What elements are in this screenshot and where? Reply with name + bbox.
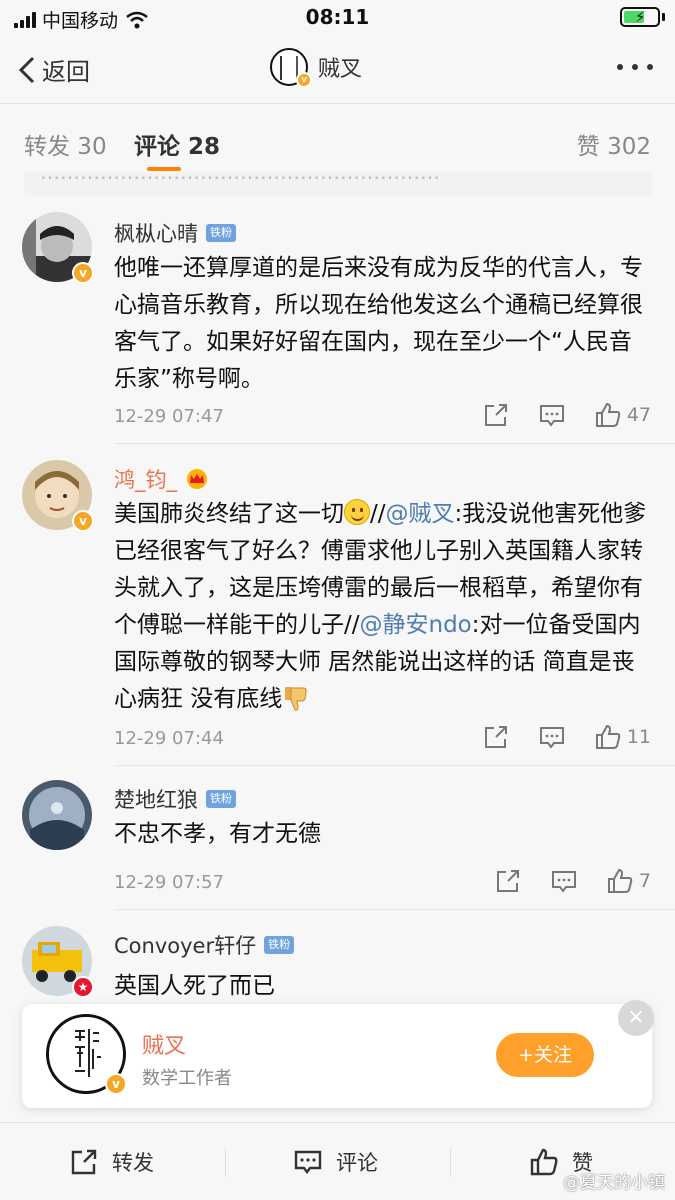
crown-icon	[187, 469, 207, 489]
comment-time: 12-29 07:47	[114, 406, 224, 427]
tab-bar: 转发 30 评论 28 赞 302	[0, 105, 675, 175]
tab-indicator	[147, 167, 181, 171]
comment-time: 12-29 07:57	[114, 872, 224, 893]
share-icon	[71, 1149, 97, 1175]
chevron-left-icon	[18, 56, 35, 83]
clock: 08:11	[305, 5, 370, 29]
back-label: 返回	[42, 58, 90, 86]
username-text: 枫枞心晴	[114, 222, 198, 246]
username[interactable]: 鸿_钧_	[114, 464, 209, 494]
share-icon[interactable]	[495, 868, 521, 894]
popup-name[interactable]: 贼叉	[142, 1028, 186, 1060]
like-icon	[530, 1148, 558, 1176]
back-button[interactable]: 返回	[16, 52, 90, 87]
battery-icon: ⚡	[620, 7, 665, 27]
avatar[interactable]: ★	[22, 926, 94, 998]
verified-icon: v	[105, 1073, 127, 1095]
comment-icon[interactable]	[551, 868, 577, 894]
verified-icon: ★	[72, 976, 94, 998]
smile-emoji-icon	[344, 499, 370, 525]
comment-time: 12-29 07:44	[114, 728, 224, 749]
follow-button[interactable]: +关注	[496, 1033, 594, 1077]
like-count: 7	[638, 870, 651, 892]
fan-badge: 铁粉	[264, 936, 295, 954]
fan-badge: 铁粉	[206, 224, 236, 242]
avatar[interactable]: v	[46, 1014, 127, 1095]
avatar[interactable]	[22, 780, 92, 850]
like-icon[interactable]	[595, 402, 621, 428]
truncated-notice: ……………………………………………………	[24, 172, 652, 196]
page-title: 贼叉	[318, 57, 363, 82]
like-icon[interactable]	[595, 724, 621, 750]
avatar[interactable]: v	[22, 212, 94, 284]
comment-text: 不忠不孝，有才无德	[114, 821, 321, 847]
verified-icon: v	[72, 262, 94, 284]
list-item: v 枫枞心晴 铁粉 他唯一还算厚道的是后来没有成为反华的代言人，专心搞音乐教育，…	[0, 196, 675, 444]
verified-icon: v	[72, 510, 94, 532]
repost-button[interactable]: 转发	[70, 1147, 154, 1177]
username-text: Convoyer轩仔	[114, 934, 257, 958]
repost-label: 转发	[112, 1151, 154, 1175]
share-icon[interactable]	[483, 402, 509, 428]
comment-text: 英国人死了而已	[114, 973, 275, 999]
status-bar: 中国移动 08:11 ⚡	[0, 0, 675, 34]
comment-icon[interactable]	[539, 724, 565, 750]
more-icon[interactable]	[617, 64, 653, 70]
like-count: 11	[626, 726, 651, 748]
username[interactable]: Convoyer轩仔 铁粉	[114, 930, 295, 960]
comment-text: 美国肺炎终结了这一切//@贼叉:我没说他害死他爹已经很客气了好么？傅雷求他儿子别…	[114, 499, 647, 712]
tab-repost[interactable]: 转发 30	[24, 127, 107, 161]
like-count: 47	[626, 404, 651, 426]
watermark: @夏天的小镇	[563, 1173, 665, 1193]
comment-icon[interactable]	[539, 402, 565, 428]
popup-subtitle: 数学工作者	[142, 1068, 232, 1089]
comment-text: 他唯一还算厚道的是后来没有成为反华的代言人，专心搞音乐教育，所以现在给他发这么个…	[114, 255, 643, 392]
nav-bar: 返回 v 贼叉	[0, 34, 675, 104]
comment-icon	[294, 1150, 322, 1174]
like-icon[interactable]	[607, 868, 633, 894]
username-text: 楚地红狼	[114, 788, 198, 812]
username[interactable]: 枫枞心晴 铁粉	[114, 218, 236, 248]
verified-icon: v	[296, 72, 312, 88]
avatar[interactable]: v	[270, 48, 312, 88]
avatar[interactable]: v	[22, 460, 94, 532]
mention-link[interactable]: @静安ndo	[360, 612, 472, 638]
username-text: 鸿_钧_	[114, 468, 177, 492]
list-item: 楚地红狼 铁粉 不忠不孝，有才无德 12-29 07:57 7	[0, 766, 675, 910]
comment-list: v 枫枞心晴 铁粉 他唯一还算厚道的是后来没有成为反华的代言人，专心搞音乐教育，…	[0, 196, 675, 1030]
list-item: v 鸿_钧_ 美国肺炎终结了这一切//@贼叉:我没说他害死他爹已经很客气了好么？…	[0, 444, 675, 766]
mention-link[interactable]: @贼叉	[386, 501, 455, 527]
comment-button[interactable]: 评论	[294, 1147, 378, 1177]
calligraphy-logo-icon	[75, 1029, 101, 1077]
thumbs-down-emoji-icon	[285, 687, 307, 711]
nav-profile[interactable]: v 贼叉	[270, 48, 363, 88]
close-icon[interactable]: ✕	[618, 1000, 654, 1036]
tab-likes[interactable]: 赞 302	[577, 127, 651, 161]
username[interactable]: 楚地红狼 铁粉	[114, 784, 236, 814]
share-icon[interactable]	[483, 724, 509, 750]
fan-badge: 铁粉	[206, 790, 236, 808]
comment-label: 评论	[336, 1151, 378, 1175]
tab-comments[interactable]: 评论 28	[134, 127, 220, 161]
follow-popup[interactable]: ✕ v 贼叉 数学工作者 +关注	[22, 1000, 654, 1108]
